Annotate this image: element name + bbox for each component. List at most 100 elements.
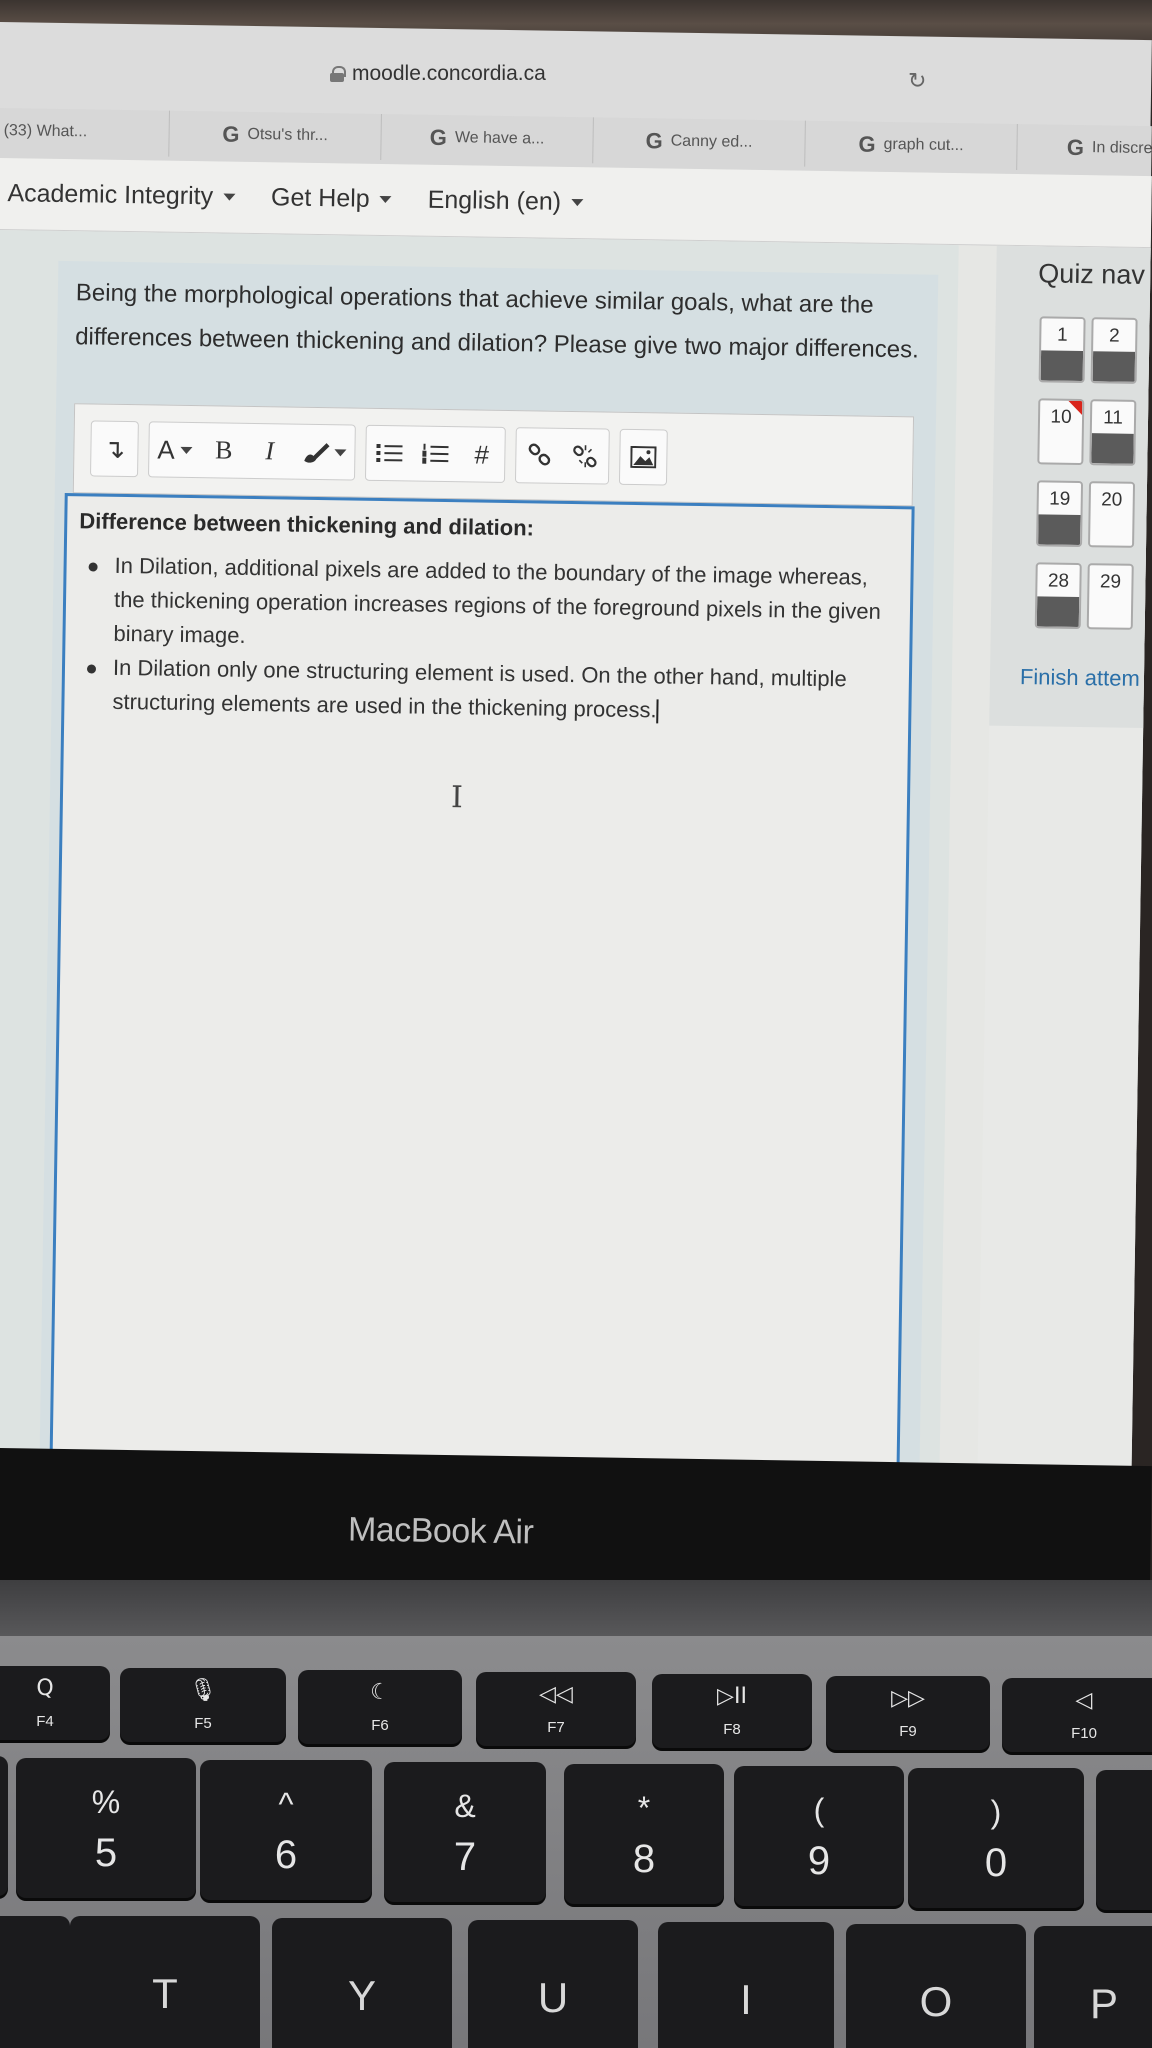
key-letter: I (740, 1976, 752, 2023)
key-f10[interactable]: ◁ F10 (1002, 1678, 1152, 1752)
key-f5[interactable]: 🎙 F5 (120, 1668, 286, 1742)
key-r-partial[interactable] (0, 1916, 70, 2048)
question-button-10[interactable]: 10 (1037, 398, 1085, 466)
google-icon: G (645, 128, 663, 154)
link-icon[interactable] (516, 427, 563, 484)
question-button-1[interactable]: 1 (1038, 316, 1086, 384)
key-f4[interactable]: Q F4 (0, 1666, 110, 1740)
tab-what[interactable]: (33) What... (0, 108, 170, 157)
key-f7[interactable]: ◁◁ F7 (476, 1672, 636, 1746)
bold-button[interactable]: B (200, 422, 247, 479)
answer-editor[interactable]: Difference between thickening and dilati… (48, 493, 915, 1476)
dictation-icon: 🎙 (189, 1678, 217, 1703)
quiz-sidebar: Quiz nav 1 2 10 11 19 20 28 29 Finish at… (977, 245, 1152, 1476)
question-button-28[interactable]: 28 (1034, 562, 1082, 630)
quiz-navigation-block: Quiz nav 1 2 10 11 19 20 28 29 Finish at… (989, 245, 1152, 729)
question-button-29[interactable]: 29 (1086, 563, 1134, 630)
finish-attempt-link[interactable]: Finish attem (1020, 664, 1140, 692)
key-4-partial[interactable] (0, 1756, 8, 1896)
key-symbol: % (91, 1784, 121, 1820)
tab-graph-cut[interactable]: G graph cut... (805, 120, 1018, 170)
italic-button[interactable]: I (246, 423, 293, 480)
key-f6[interactable]: ☾ F6 (298, 1670, 462, 1744)
key-label: F7 (547, 1719, 565, 1736)
key-8[interactable]: * 8 (564, 1764, 724, 1904)
key-symbol: ( (813, 1792, 825, 1828)
key-symbol: ) (990, 1794, 1002, 1830)
tab-we-have[interactable]: G We have a... (381, 114, 594, 164)
quiz-nav-title: Quiz nav (1038, 258, 1146, 290)
question-button-20[interactable]: 20 (1088, 481, 1136, 548)
ordered-list-icon[interactable] (412, 426, 459, 483)
answer-heading: Difference between thickening and dilati… (79, 508, 535, 541)
language-menu[interactable]: English (en) (427, 185, 584, 217)
tab-label: In discrete... (1091, 139, 1152, 158)
key-o[interactable]: O (846, 1924, 1026, 2048)
toolbar-group-format: A B I (148, 421, 357, 481)
key-digit: 5 (94, 1831, 118, 1875)
editor-toolbar: ↴ A B I # (72, 403, 915, 507)
question-button-19[interactable]: 19 (1036, 480, 1084, 548)
tab-otsu[interactable]: G Otsu's thr... (169, 110, 382, 160)
question-button-11[interactable]: 11 (1089, 399, 1137, 466)
tab-label: (33) What... (3, 122, 88, 141)
google-icon: G (858, 131, 876, 157)
equation-hash-button[interactable]: # (458, 426, 505, 483)
key-t[interactable]: T (70, 1916, 260, 2048)
key-y[interactable]: Y (272, 1918, 452, 2048)
address-bar[interactable]: moodle.concordia.ca (330, 52, 630, 96)
font-style-button[interactable]: A (149, 421, 201, 478)
academic-integrity-menu[interactable]: Academic Integrity (7, 179, 236, 212)
key-label: F10 (1071, 1725, 1097, 1742)
moodle-page: Academic Integrity Get Help English (en)… (0, 158, 1152, 1476)
key-digit: 6 (274, 1833, 298, 1877)
brush-icon (304, 443, 330, 463)
key-u[interactable]: U (468, 1920, 638, 2048)
lock-icon (330, 66, 346, 82)
language-label: English (en) (427, 185, 562, 216)
do-not-disturb-icon: ☾ (370, 1680, 390, 1705)
play-pause-icon: ▷II (717, 1684, 747, 1709)
url-text: moodle.concordia.ca (352, 62, 546, 85)
reload-icon[interactable]: ↻ (908, 71, 928, 93)
text-color-button[interactable] (292, 424, 355, 481)
key-f8[interactable]: ▷II F8 (652, 1674, 812, 1748)
laptop-hinge (0, 1580, 1152, 1640)
unordered-list-icon[interactable] (366, 425, 413, 482)
key-label: F5 (194, 1715, 212, 1732)
key-9[interactable]: ( 9 (734, 1766, 904, 1906)
expand-toolbar-icon[interactable]: ↴ (91, 420, 138, 477)
tab-label: graph cut... (883, 135, 964, 155)
image-icon[interactable] (620, 429, 667, 486)
academic-integrity-label: Academic Integrity (7, 179, 214, 211)
tab-canny[interactable]: G Canny ed... (593, 117, 806, 167)
main-content: Being the morphological operations that … (0, 229, 959, 1476)
ibeam-cursor-icon: I (450, 780, 464, 816)
tab-in-discrete[interactable]: G In discrete... (1017, 123, 1152, 174)
question-button-2[interactable]: 2 (1090, 317, 1138, 384)
caret-down-icon (180, 446, 193, 454)
key-minus-partial[interactable] (1096, 1770, 1152, 1910)
unlink-icon[interactable] (562, 428, 609, 485)
key-i[interactable]: I (658, 1922, 834, 2048)
key-symbol: * (637, 1790, 651, 1826)
key-p[interactable]: P (1034, 1926, 1152, 2048)
get-help-menu[interactable]: Get Help (271, 183, 392, 214)
toolbar-group-lists: # (365, 424, 507, 483)
key-label: F4 (36, 1713, 54, 1730)
get-help-label: Get Help (270, 183, 370, 213)
key-f9[interactable]: ▷▷ F9 (826, 1676, 990, 1750)
toolbar-group-media (619, 428, 669, 486)
answer-bullet: In Dilation, additional pixels are added… (83, 548, 905, 663)
fast-forward-icon: ▷▷ (891, 1686, 925, 1711)
key-5[interactable]: % 5 (16, 1758, 196, 1898)
google-icon: G (1066, 134, 1085, 161)
key-symbol: & (454, 1788, 476, 1824)
flag-icon (1068, 400, 1083, 416)
toolbar-group-expand: ↴ (90, 420, 139, 478)
key-7[interactable]: & 7 (384, 1762, 546, 1902)
key-0[interactable]: ) 0 (908, 1768, 1084, 1908)
key-6[interactable]: ^ 6 (200, 1760, 372, 1900)
tab-label: Otsu's thr... (247, 125, 329, 145)
rewind-icon: ◁◁ (539, 1682, 573, 1707)
